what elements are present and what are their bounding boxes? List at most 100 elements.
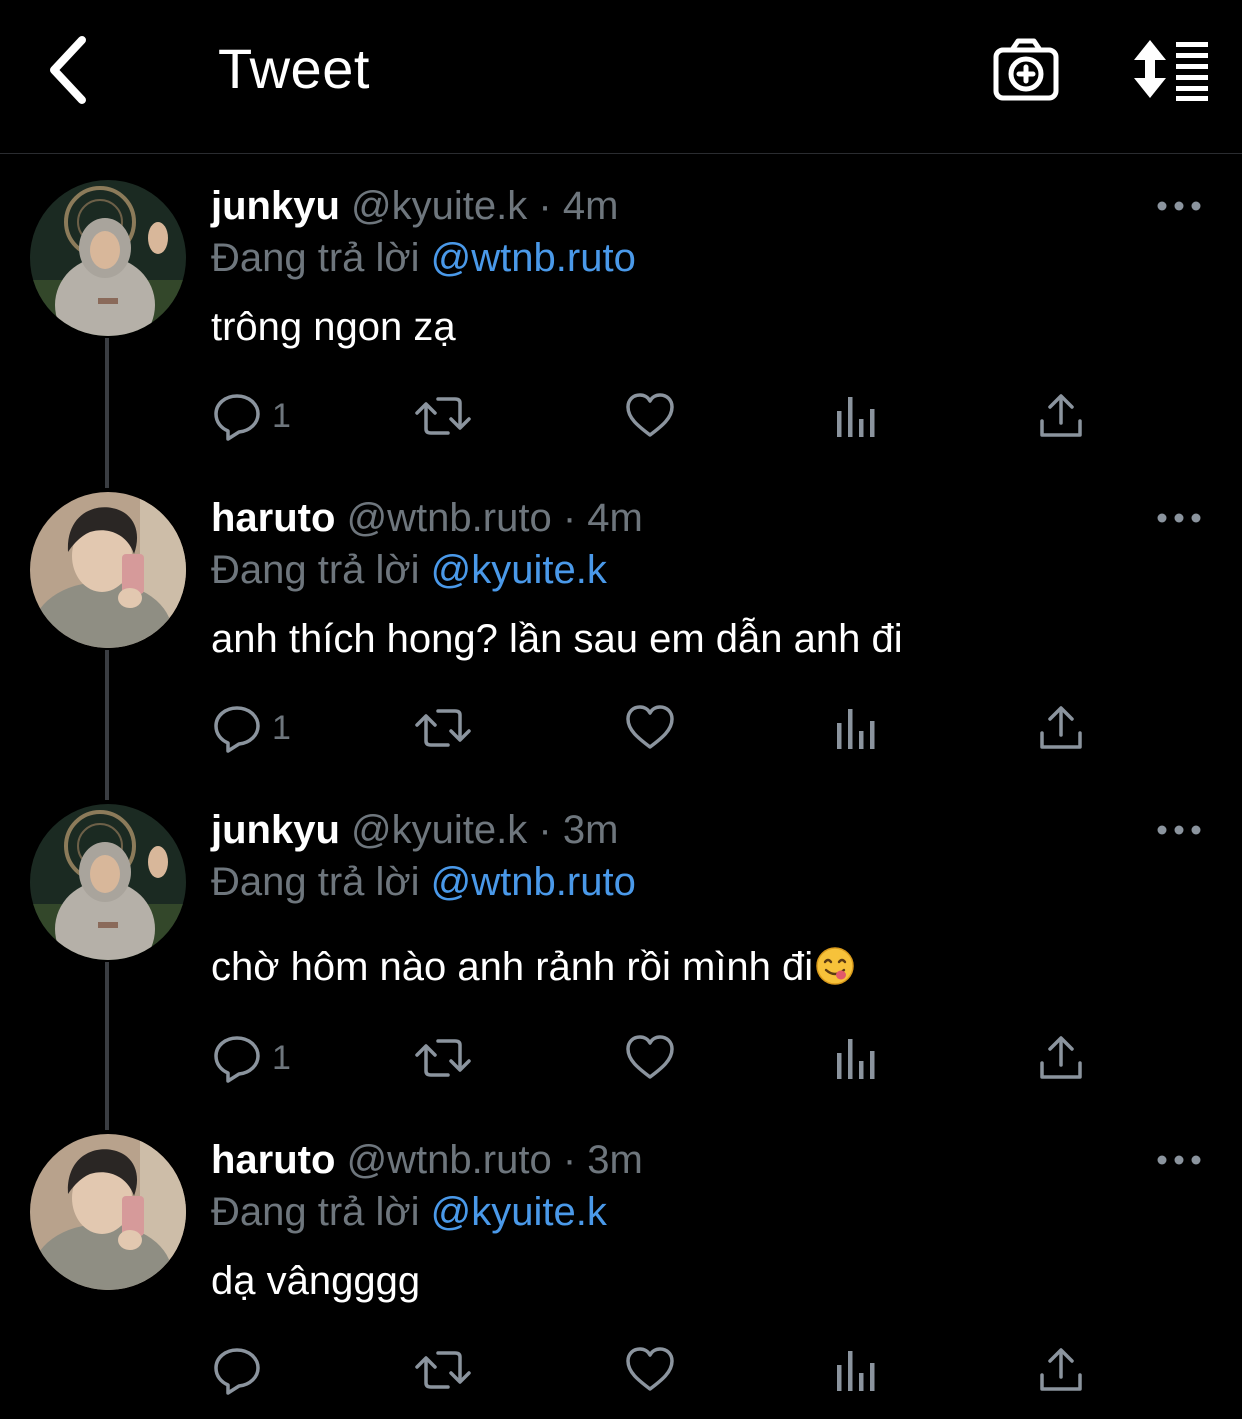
display-name[interactable]: junkyu bbox=[211, 184, 340, 228]
separator: · bbox=[562, 496, 577, 540]
analytics-button[interactable] bbox=[834, 698, 878, 758]
share-icon bbox=[1040, 1348, 1082, 1391]
replying-label: Đang trả lời bbox=[211, 236, 420, 280]
share-button[interactable] bbox=[1038, 1340, 1084, 1400]
retweet-button[interactable] bbox=[414, 386, 472, 446]
avatar[interactable] bbox=[30, 180, 186, 336]
user-handle: @kyuite.k bbox=[351, 808, 528, 852]
retweet-button[interactable] bbox=[414, 1028, 472, 1088]
separator: · bbox=[538, 808, 552, 852]
page-title: Tweet bbox=[218, 37, 370, 100]
analytics-icon bbox=[837, 1351, 875, 1391]
reply-icon bbox=[214, 1036, 260, 1083]
camera-plus-icon bbox=[993, 38, 1059, 101]
tweet-header: junkyu @kyuite.k · 3m bbox=[211, 806, 618, 854]
like-icon bbox=[626, 1035, 674, 1079]
like-icon bbox=[626, 705, 674, 749]
reply-count: 1 bbox=[272, 708, 291, 747]
tweet-header: haruto @wtnb.ruto · 4m bbox=[211, 494, 643, 542]
display-name[interactable]: junkyu bbox=[211, 808, 340, 852]
display-name[interactable]: haruto bbox=[211, 496, 335, 540]
replying-label: Đang trả lời bbox=[211, 548, 420, 592]
avatar-junkyu-image bbox=[30, 804, 186, 960]
share-button[interactable] bbox=[1038, 698, 1084, 758]
reply-icon bbox=[214, 394, 260, 441]
share-button[interactable] bbox=[1038, 386, 1084, 446]
reply-icon bbox=[214, 1348, 260, 1395]
tweet-text: trông ngon zạ bbox=[211, 305, 456, 349]
analytics-button[interactable] bbox=[834, 1340, 878, 1400]
face-savoring-food-emoji-icon bbox=[816, 947, 854, 985]
reply-count: 1 bbox=[272, 396, 291, 435]
timestamp[interactable]: 4m bbox=[563, 184, 619, 228]
reply-count: 1 bbox=[272, 1038, 291, 1077]
analytics-icon bbox=[837, 709, 875, 749]
tweet-header: haruto @wtnb.ruto · 3m bbox=[211, 1136, 643, 1184]
tweet-text: dạ vângggg bbox=[211, 1259, 421, 1303]
mention-link[interactable]: @kyuite.k bbox=[431, 1190, 607, 1234]
thread-connector bbox=[105, 650, 109, 800]
chevron-left-icon bbox=[50, 36, 86, 104]
avatar-haruto-image bbox=[30, 492, 186, 648]
share-icon bbox=[1040, 1036, 1082, 1079]
retweet-button[interactable] bbox=[414, 1340, 472, 1400]
retweet-icon bbox=[415, 1351, 471, 1389]
user-handle: @wtnb.ruto bbox=[346, 1138, 552, 1182]
mention-link[interactable]: @kyuite.k bbox=[431, 548, 607, 592]
more-horizontal-icon bbox=[1157, 1155, 1201, 1165]
more-options-button[interactable] bbox=[1156, 820, 1202, 840]
mention-link[interactable]: @wtnb.ruto bbox=[431, 236, 636, 280]
retweet-button[interactable] bbox=[414, 698, 472, 758]
like-button[interactable] bbox=[624, 1340, 676, 1400]
reply-button[interactable]: 1 bbox=[212, 698, 291, 758]
timestamp[interactable]: 3m bbox=[563, 808, 619, 852]
more-options-button[interactable] bbox=[1156, 508, 1202, 528]
replying-to: Đang trả lời @wtnb.ruto bbox=[211, 858, 636, 906]
mention-link[interactable]: @wtnb.ruto bbox=[431, 860, 636, 904]
reply-button[interactable] bbox=[212, 1340, 272, 1400]
share-button[interactable] bbox=[1038, 1028, 1084, 1088]
more-options-button[interactable] bbox=[1156, 1150, 1202, 1170]
sort-list-icon bbox=[1134, 40, 1208, 101]
reply-button[interactable]: 1 bbox=[212, 386, 291, 446]
replying-to: Đang trả lời @wtnb.ruto bbox=[211, 234, 636, 282]
timestamp[interactable]: 4m bbox=[587, 496, 643, 540]
retweet-icon bbox=[415, 397, 471, 435]
avatar-haruto-image bbox=[30, 1134, 186, 1290]
more-options-button[interactable] bbox=[1156, 196, 1202, 216]
analytics-icon bbox=[837, 397, 875, 437]
camera-button[interactable] bbox=[990, 36, 1062, 104]
retweet-icon bbox=[415, 709, 471, 747]
like-icon bbox=[626, 1347, 674, 1391]
analytics-button[interactable] bbox=[834, 1028, 878, 1088]
more-horizontal-icon bbox=[1157, 513, 1201, 523]
avatar[interactable] bbox=[30, 804, 186, 960]
like-button[interactable] bbox=[624, 1028, 676, 1088]
tweet-text-content: chờ hôm nào anh rảnh rồi mình đi bbox=[211, 945, 814, 989]
separator: · bbox=[538, 184, 552, 228]
user-handle: @kyuite.k bbox=[351, 184, 528, 228]
separator: · bbox=[562, 1138, 577, 1182]
replying-label: Đang trả lời bbox=[211, 860, 420, 904]
retweet-icon bbox=[415, 1039, 471, 1077]
analytics-button[interactable] bbox=[834, 386, 878, 446]
sort-button[interactable] bbox=[1128, 36, 1212, 102]
replying-label: Đang trả lời bbox=[211, 1190, 420, 1234]
more-horizontal-icon bbox=[1157, 825, 1201, 835]
thread-connector bbox=[105, 338, 109, 488]
back-button[interactable] bbox=[38, 30, 102, 110]
tweet-header: junkyu @kyuite.k · 4m bbox=[211, 182, 618, 230]
like-button[interactable] bbox=[624, 386, 676, 446]
user-handle: @wtnb.ruto bbox=[346, 496, 552, 540]
analytics-icon bbox=[837, 1039, 875, 1079]
replying-to: Đang trả lời @kyuite.k bbox=[211, 546, 607, 594]
top-bar: Tweet bbox=[0, 0, 1242, 154]
thread-connector bbox=[105, 962, 109, 1130]
like-button[interactable] bbox=[624, 698, 676, 758]
avatar[interactable] bbox=[30, 492, 186, 648]
reply-button[interactable]: 1 bbox=[212, 1028, 291, 1088]
timestamp[interactable]: 3m bbox=[587, 1138, 643, 1182]
avatar[interactable] bbox=[30, 1134, 186, 1290]
avatar-junkyu-image bbox=[30, 180, 186, 336]
display-name[interactable]: haruto bbox=[211, 1138, 335, 1182]
